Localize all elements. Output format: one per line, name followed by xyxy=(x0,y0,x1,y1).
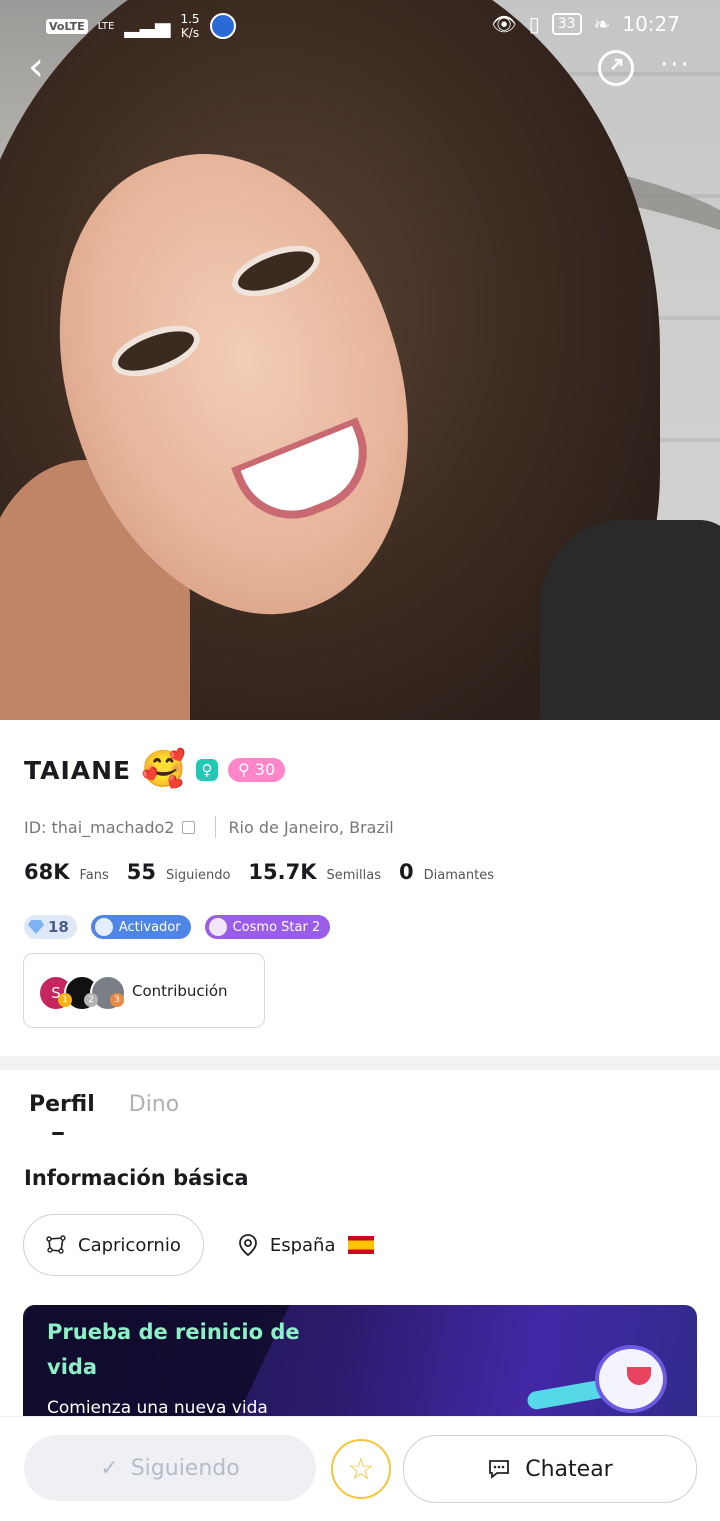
country-label: España xyxy=(269,1234,336,1256)
level-badge: ⚲ 30 xyxy=(227,758,286,782)
id-location-row: ID: thai_machado2 Rio de Janeiro, Brazil xyxy=(24,816,394,838)
name-emoji: 🥰 xyxy=(141,749,186,790)
chat-button[interactable]: Chatear xyxy=(403,1435,697,1503)
volte-indicator: VoLTE xyxy=(46,18,88,34)
eye-icon: 👁 xyxy=(491,12,517,36)
bottom-action-bar: ✓ Siguiendo ☆ Chatear xyxy=(0,1416,720,1521)
stat-following-value[interactable]: 55 xyxy=(127,860,156,884)
stat-diamonds-value: 0 xyxy=(399,860,414,884)
activator-badge[interactable]: Activador xyxy=(90,915,191,939)
cosmo-icon xyxy=(208,918,227,936)
banner-subtitle: Comienza una nueva vida xyxy=(47,1398,268,1418)
top-navigation: ‹ ··· xyxy=(0,47,720,88)
diamond-level-value: 18 xyxy=(48,918,69,936)
signal-icon: ▂▃▅ xyxy=(124,14,171,38)
rank-badge: 2 xyxy=(84,992,98,1007)
network-speed-unit: K/s xyxy=(180,26,200,40)
section-divider xyxy=(0,1056,720,1070)
basic-info-chips: Capricornio España xyxy=(23,1214,374,1276)
country-info: España xyxy=(238,1233,374,1257)
top-contributors-avatars: S 1 2 3 xyxy=(38,971,128,1011)
share-icon xyxy=(611,58,623,70)
contribution-label: Contribución xyxy=(132,981,228,1000)
activator-label: Activador xyxy=(118,919,181,935)
vibrate-icon: ▯ xyxy=(528,12,540,36)
zodiac-icon xyxy=(46,1235,66,1254)
following-button[interactable]: ✓ Siguiendo xyxy=(24,1435,316,1501)
app-notification-icon xyxy=(209,13,236,39)
tab-perfil[interactable]: Perfil xyxy=(29,1092,95,1117)
diamond-level-badge[interactable]: 18 xyxy=(24,915,77,939)
badges-row: 18 Activador Cosmo Star 2 xyxy=(24,915,331,939)
profile-stats: 68K Fans 55 Siguiendo 15.7K Semillas 0 D… xyxy=(24,860,502,884)
rank-badge: 3 xyxy=(110,992,124,1007)
clock: 10:27 xyxy=(622,12,680,36)
battery-indicator: 33 xyxy=(551,13,582,35)
cosmo-label: Cosmo Star 2 xyxy=(232,919,321,935)
star-plus-icon: ☆ xyxy=(347,1451,375,1487)
stat-diamonds-label: Diamantes xyxy=(423,868,494,883)
contribution-button[interactable]: S 1 2 3 Contribución xyxy=(23,953,265,1028)
check-icon: ✓ xyxy=(100,1455,119,1481)
status-bar: VoLTE LTE ▂▃▅ 1.5 K/s 👁 ▯ 33 ❧ 10:27 xyxy=(0,0,720,50)
stat-fans-label[interactable]: Fans xyxy=(80,868,109,883)
photo-clothing xyxy=(540,520,720,720)
zodiac-chip[interactable]: Capricornio xyxy=(23,1214,204,1276)
copy-icon[interactable] xyxy=(182,820,196,834)
stat-seeds-label: Semillas xyxy=(326,868,382,883)
network-speed-value: 1.5 xyxy=(180,12,200,26)
banner-title: Prueba de reinicio de vida xyxy=(47,1320,300,1379)
leaf-icon: ❧ xyxy=(593,12,611,36)
zodiac-label: Capricornio xyxy=(78,1234,181,1256)
share-button[interactable] xyxy=(598,50,634,86)
chat-label: Chatear xyxy=(525,1456,613,1482)
user-id: ID: thai_machado2 xyxy=(24,817,175,837)
gender-female-icon: ♀ xyxy=(195,759,218,781)
profile-tabs: Perfil Dino xyxy=(29,1092,179,1117)
location-pin-icon xyxy=(238,1234,257,1257)
divider xyxy=(215,816,217,838)
more-options-button[interactable]: ··· xyxy=(660,50,691,80)
diamond-icon xyxy=(28,920,44,934)
spain-flag-icon xyxy=(347,1236,374,1254)
tab-dino[interactable]: Dino xyxy=(129,1092,179,1117)
cosmo-star-badge[interactable]: Cosmo Star 2 xyxy=(204,915,331,939)
astronaut-illustration xyxy=(526,1315,687,1425)
active-tab-indicator xyxy=(52,1132,64,1135)
lte-indicator: LTE xyxy=(97,20,115,32)
activator-icon xyxy=(94,918,113,936)
level-value: 30 xyxy=(254,760,276,779)
stat-following-label[interactable]: Siguiendo xyxy=(166,868,230,883)
back-button[interactable]: ‹ xyxy=(28,47,44,87)
profile-cover-photo[interactable] xyxy=(0,0,720,720)
profile-name-row: TAIANE 🥰 ♀ ⚲ 30 xyxy=(24,749,286,790)
favorite-star-button[interactable]: ☆ xyxy=(331,1439,391,1499)
basic-info-title: Información básica xyxy=(24,1166,249,1190)
user-location: Rio de Janeiro, Brazil xyxy=(228,817,394,837)
chat-bubble-icon xyxy=(489,1460,510,1479)
network-speed: 1.5 K/s xyxy=(180,12,199,40)
rank-badge: 1 xyxy=(58,992,72,1007)
stat-seeds-value: 15.7K xyxy=(248,860,317,884)
following-label: Siguiendo xyxy=(130,1455,240,1481)
stat-fans-value[interactable]: 68K xyxy=(24,860,70,884)
profile-name: TAIANE xyxy=(24,755,132,785)
